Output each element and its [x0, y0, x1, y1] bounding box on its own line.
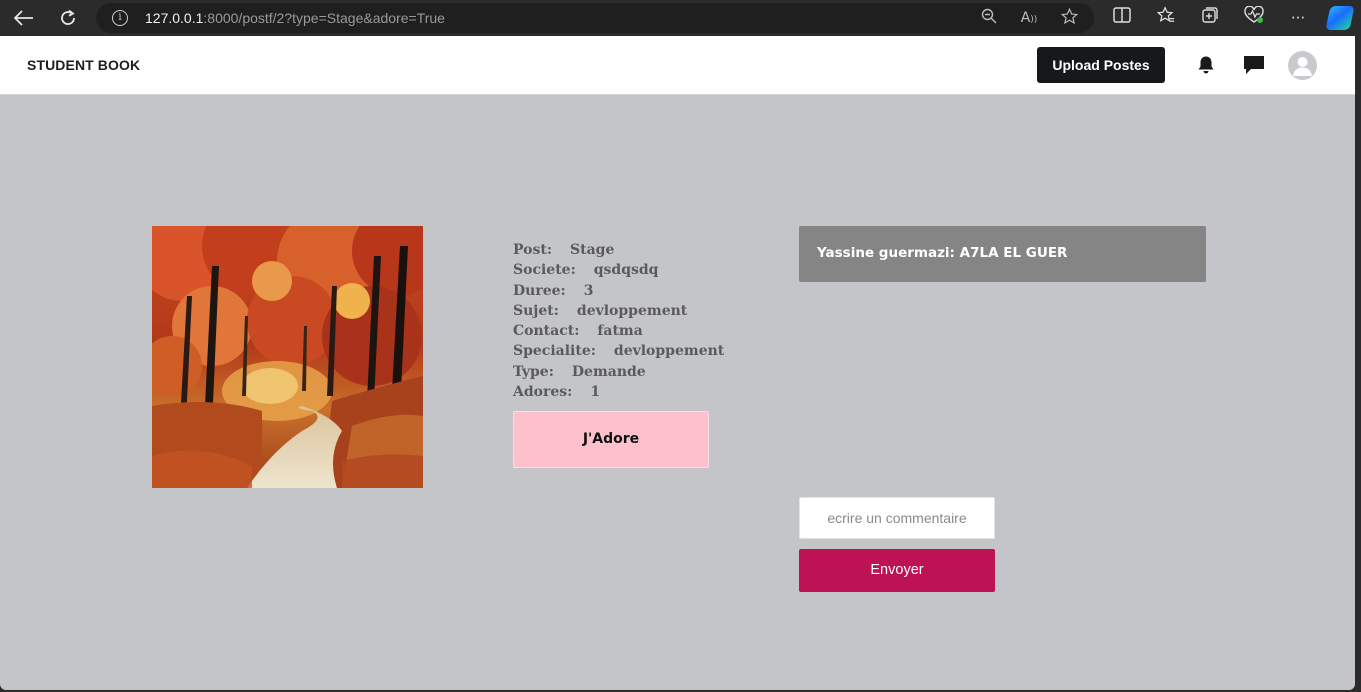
- info-value: Stage: [570, 242, 615, 258]
- message-icon[interactable]: [1242, 54, 1266, 76]
- avatar[interactable]: [1288, 51, 1317, 80]
- info-value: devloppement: [613, 343, 725, 360]
- info-row-type: Type: Demande: [513, 362, 724, 382]
- comment-text: Yassine guermazi: A7LA EL GUER: [817, 245, 1068, 261]
- bell-icon[interactable]: [1196, 55, 1216, 75]
- info-label: Duree:: [513, 282, 566, 299]
- info-value: devloppement: [576, 302, 688, 319]
- post-image: [152, 226, 423, 488]
- info-value: 3: [583, 282, 594, 299]
- favorites-icon[interactable]: [1154, 6, 1178, 30]
- split-screen-icon[interactable]: [1110, 6, 1134, 30]
- info-row-specialite: Specialite: devloppement: [513, 341, 724, 361]
- reload-icon[interactable]: [56, 6, 80, 30]
- info-row-sujet: Sujet: devloppement: [513, 301, 724, 321]
- url-text[interactable]: 127.0.0.1:8000/postf/2?type=Stage&adore=…: [145, 10, 445, 26]
- url-host: 127.0.0.1: [145, 10, 204, 26]
- comment-item: Yassine guermazi: A7LA EL GUER: [799, 226, 1206, 282]
- info-label: Contact:: [513, 323, 580, 340]
- browser-toolbar: i 127.0.0.1:8000/postf/2?type=Stage&ador…: [0, 0, 1361, 36]
- info-value: Demande: [571, 363, 646, 380]
- page-viewport: STUDENT BOOK Upload Postes Post: Stage S…: [0, 36, 1355, 690]
- adore-button[interactable]: J'Adore: [513, 411, 709, 468]
- info-row-post: Post: Stage: [513, 240, 724, 260]
- collections-icon[interactable]: [1198, 6, 1222, 30]
- info-label: Adores:: [513, 384, 573, 401]
- info-value: 1: [590, 384, 601, 401]
- info-value: qsdqsdq: [593, 262, 659, 279]
- send-comment-button[interactable]: Envoyer: [799, 549, 995, 592]
- info-label: Societe:: [513, 262, 576, 279]
- address-bar[interactable]: i 127.0.0.1:8000/postf/2?type=Stage&ador…: [96, 3, 1094, 33]
- read-aloud-icon[interactable]: A)): [1018, 8, 1040, 28]
- brand-logo-text[interactable]: STUDENT BOOK: [27, 57, 140, 73]
- info-row-contact: Contact: fatma: [513, 321, 724, 341]
- post-details: Post: Stage Societe: qsdqsdq Duree: 3 Sujet…: [513, 240, 724, 402]
- info-label: Post:: [513, 242, 553, 258]
- info-row-duree: Duree: 3: [513, 281, 724, 301]
- favorite-star-icon[interactable]: [1058, 7, 1080, 28]
- info-label: Sujet:: [513, 302, 559, 319]
- info-value: fatma: [597, 323, 643, 340]
- browser-essentials-icon[interactable]: [1242, 5, 1266, 30]
- info-label: Type:: [513, 363, 554, 380]
- info-row-societe: Societe: qsdqsdq: [513, 260, 724, 280]
- upload-posts-button[interactable]: Upload Postes: [1037, 47, 1165, 83]
- back-arrow-icon[interactable]: [12, 6, 36, 30]
- copilot-icon[interactable]: [1325, 6, 1355, 30]
- zoom-icon[interactable]: [978, 8, 1000, 28]
- comment-input[interactable]: [799, 497, 995, 539]
- top-navbar: STUDENT BOOK Upload Postes: [0, 36, 1355, 95]
- more-options-icon[interactable]: ···: [1286, 6, 1310, 30]
- info-label: Specialite:: [513, 343, 596, 360]
- site-info-icon[interactable]: i: [112, 10, 128, 26]
- info-row-adores: Adores: 1: [513, 382, 724, 402]
- url-path: :8000/postf/2?type=Stage&adore=True: [203, 10, 445, 26]
